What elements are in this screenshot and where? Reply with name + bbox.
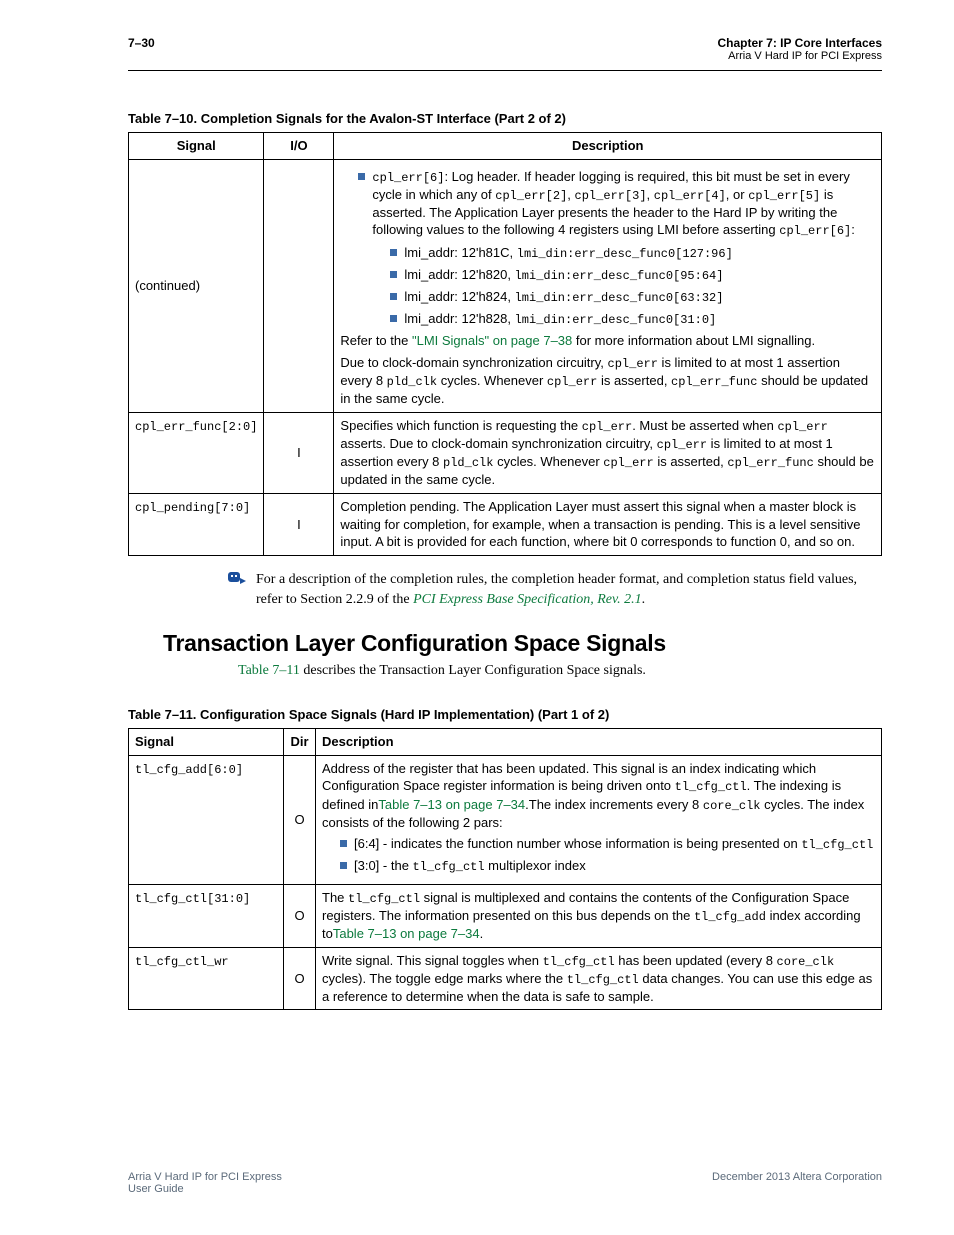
table-7-11-ref-link[interactable]: Table 7–11 (238, 663, 300, 678)
chapter-title: Chapter 7: IP Core Interfaces (717, 36, 882, 50)
table-row: tl_cfg_ctl[31:0] O The tl_cfg_ctl signal… (129, 884, 882, 947)
desc-cell: Address of the register that has been up… (316, 755, 882, 884)
footer-doc-subtitle: User Guide (128, 1183, 282, 1195)
col-signal: Signal (129, 729, 284, 756)
desc-cell: cpl_err[6]: Log header. If header loggin… (334, 159, 882, 412)
table-7-11: Signal Dir Description tl_cfg_add[6:0] O… (128, 728, 882, 1010)
refer-text: Refer to the "LMI Signals" on page 7–38 … (340, 332, 875, 350)
dir-cell: O (284, 947, 316, 1010)
footer-doc-title: Arria V Hard IP for PCI Express (128, 1171, 282, 1183)
io-cell: I (264, 493, 334, 555)
col-signal: Signal (129, 133, 264, 160)
footer-date-corp: December 2013 Altera Corporation (712, 1171, 882, 1195)
signal-cell: tl_cfg_add[6:0] (129, 755, 284, 884)
list-item: lmi_addr: 12'h828, lmi_din:err_desc_func… (390, 310, 875, 328)
note-icon (228, 570, 256, 590)
desc-cell: Write signal. This signal toggles when t… (316, 947, 882, 1010)
list-item: lmi_addr: 12'h820, lmi_din:err_desc_func… (390, 266, 875, 284)
table-7-10-caption: Table 7–10. Completion Signals for the A… (128, 111, 882, 126)
desc-cell: Completion pending. The Application Laye… (334, 493, 882, 555)
list-item: lmi_addr: 12'h824, lmi_din:err_desc_func… (390, 288, 875, 306)
table-7-11-caption: Table 7–11. Configuration Space Signals … (128, 707, 882, 722)
table-row: tl_cfg_ctl_wr O Write signal. This signa… (129, 947, 882, 1010)
table-7-13-link[interactable]: Table 7–13 on page 7–34 (333, 926, 480, 941)
signal-cell: tl_cfg_ctl[31:0] (129, 884, 284, 947)
chapter-subtitle: Arria V Hard IP for PCI Express (717, 50, 882, 62)
signal-cell: tl_cfg_ctl_wr (129, 947, 284, 1010)
page-header: 7–30 Chapter 7: IP Core Interfaces Arria… (128, 36, 882, 71)
table-header-row: Signal Dir Description (129, 729, 882, 756)
table-row: cpl_pending[7:0] I Completion pending. T… (129, 493, 882, 555)
table-row: tl_cfg_add[6:0] O Address of the registe… (129, 755, 882, 884)
signal-cell: cpl_pending[7:0] (129, 493, 264, 555)
table-7-13-link[interactable]: Table 7–13 on page 7–34 (378, 797, 525, 812)
list-item: cpl_err[6]: Log header. If header loggin… (358, 168, 875, 329)
pci-base-spec-link[interactable]: PCI Express Base Specification, Rev. 2.1 (413, 592, 642, 607)
table-header-row: Signal I/O Description (129, 133, 882, 160)
table-row: (continued) cpl_err[6]: Log header. If h… (129, 159, 882, 412)
lmi-signals-link[interactable]: "LMI Signals" on page 7–38 (412, 333, 572, 348)
section-intro: Table 7–11 describes the Transaction Lay… (238, 663, 882, 679)
col-description: Description (334, 133, 882, 160)
desc-cell: Specifies which function is requesting t… (334, 412, 882, 493)
table-row: cpl_err_func[2:0] I Specifies which func… (129, 412, 882, 493)
table-7-10: Signal I/O Description (continued) cpl_e… (128, 132, 882, 556)
list-item: lmi_addr: 12'h81C, lmi_din:err_desc_func… (390, 244, 875, 262)
note-text: For a description of the completion rule… (256, 570, 882, 611)
col-io: I/O (264, 133, 334, 160)
page-footer: Arria V Hard IP for PCI Express User Gui… (128, 1171, 882, 1195)
note-block: For a description of the completion rule… (228, 570, 882, 611)
signal-cell: (continued) (129, 159, 264, 412)
dir-cell: O (284, 755, 316, 884)
io-cell: I (264, 412, 334, 493)
section-heading: Transaction Layer Configuration Space Si… (163, 630, 882, 657)
col-description: Description (316, 729, 882, 756)
list-item: [3:0] - the tl_cfg_ctl multiplexor index (340, 857, 875, 875)
col-dir: Dir (284, 729, 316, 756)
dir-cell: O (284, 884, 316, 947)
io-cell (264, 159, 334, 412)
page-number: 7–30 (128, 36, 155, 50)
desc-cell: The tl_cfg_ctl signal is multiplexed and… (316, 884, 882, 947)
signal-cell: cpl_err_func[2:0] (129, 412, 264, 493)
due-text: Due to clock-domain synchronization circ… (340, 354, 875, 408)
list-item: [6:4] - indicates the function number wh… (340, 835, 875, 853)
